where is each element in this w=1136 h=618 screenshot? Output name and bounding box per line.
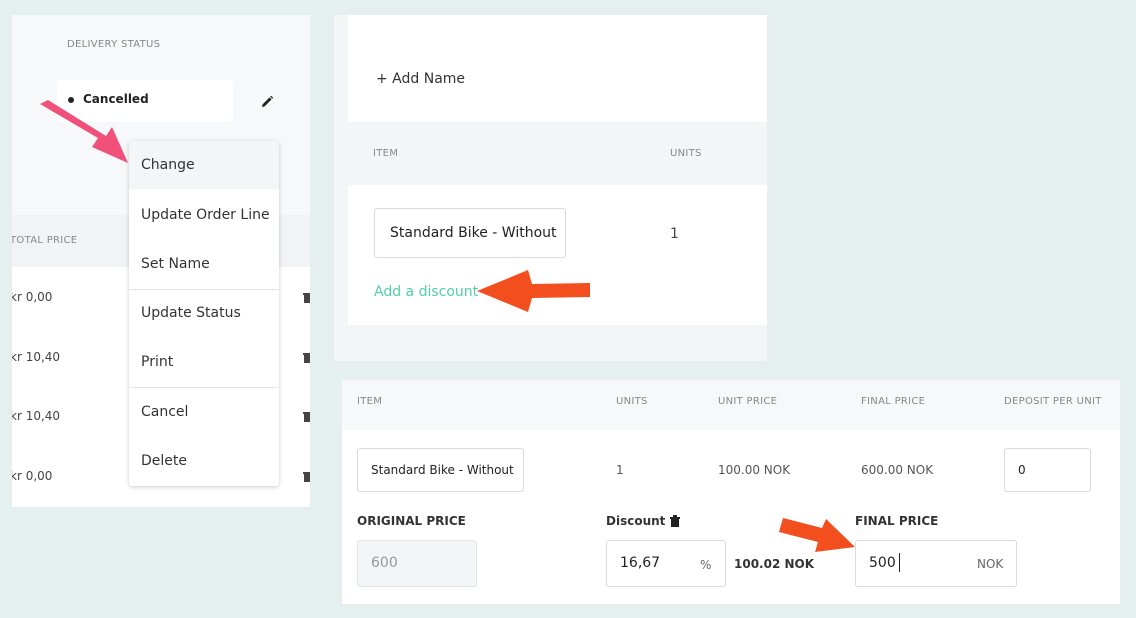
pink-arrow-icon	[40, 100, 128, 163]
annotation-arrows	[40, 100, 855, 552]
orange-arrow-icon	[477, 270, 590, 312]
orange-arrow-icon	[779, 518, 855, 552]
